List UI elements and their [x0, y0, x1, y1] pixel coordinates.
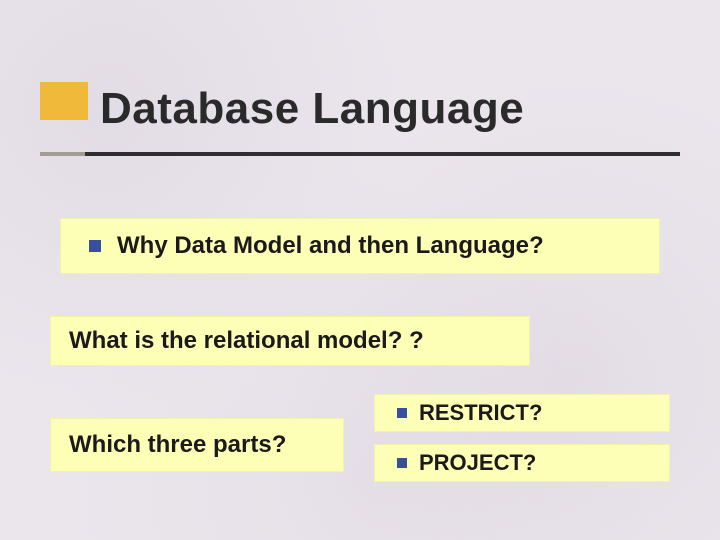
highlight-box-q2: What is the relational model? ? — [50, 316, 530, 366]
title-underline — [40, 152, 680, 156]
question-text: What is the relational model? ? — [69, 327, 424, 355]
question-text: Which three parts? — [69, 431, 286, 459]
slide-title: Database Language — [100, 84, 524, 134]
bullet-row: PROJECT? — [375, 445, 669, 481]
square-bullet-icon — [397, 458, 407, 468]
square-bullet-icon — [89, 240, 101, 252]
plain-row: What is the relational model? ? — [51, 317, 529, 365]
highlight-box-q3: Which three parts? — [50, 418, 344, 472]
question-text: Why Data Model and then Language? — [117, 232, 544, 260]
highlight-box-q5: PROJECT? — [374, 444, 670, 482]
bullet-row: RESTRICT? — [375, 395, 669, 431]
square-bullet-icon — [397, 408, 407, 418]
bullet-row: Why Data Model and then Language? — [61, 219, 659, 273]
slide: Database Language Why Data Model and the… — [0, 0, 720, 540]
title-accent-block — [40, 82, 88, 120]
highlight-box-q1: Why Data Model and then Language? — [60, 218, 660, 274]
highlight-box-q4: RESTRICT? — [374, 394, 670, 432]
plain-row: Which three parts? — [51, 419, 343, 471]
question-text: RESTRICT? — [419, 400, 542, 426]
question-text: PROJECT? — [419, 450, 536, 476]
